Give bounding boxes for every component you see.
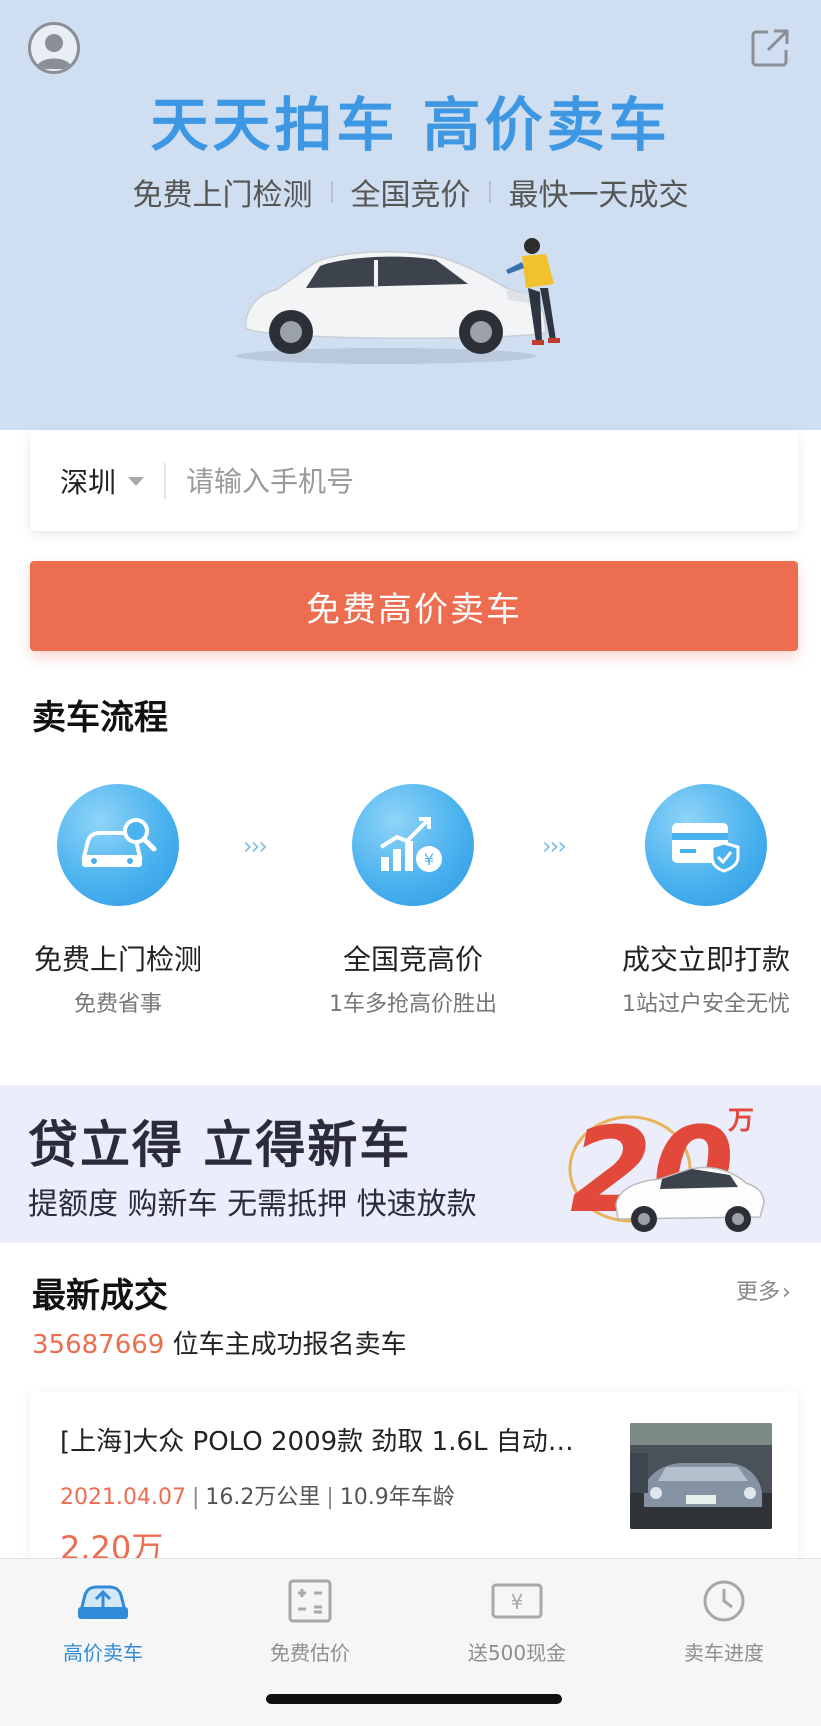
car-upload-icon: [75, 1577, 131, 1625]
deal-date: 2021.04.07: [60, 1485, 186, 1510]
more-link-label: 更多: [736, 1280, 781, 1305]
price-rise-icon: ¥: [352, 784, 474, 906]
deal-title: [上海]大众 POLO 2009款 劲取 1.6L 自动…: [60, 1427, 574, 1457]
deal-mileage: 16.2万公里: [205, 1485, 321, 1510]
city-select-value: 深圳: [60, 466, 117, 499]
cash-icon: ¥: [489, 1577, 545, 1625]
banner-title: 贷立得 立得新车: [28, 1116, 412, 1174]
tab-label: 送500现金: [467, 1641, 567, 1665]
registration-count: 35687669: [32, 1330, 165, 1360]
loan-promo-banner[interactable]: 贷立得 立得新车 提额度 购新车 无需抵押 快速放款 20 万: [0, 1085, 821, 1243]
tab-cash-reward[interactable]: ¥ 送500现金: [427, 1577, 607, 1666]
process-step-inspection: 免费上门检测 免费省事: [8, 784, 228, 1018]
step-subtitle: 1站过户安全无忧: [622, 992, 790, 1017]
step-title: 成交立即打款: [621, 943, 790, 976]
step-subtitle: 1车多抢高价胜出: [329, 992, 497, 1017]
feature-bidding: 全国竞价: [350, 178, 471, 213]
secure-payment-card-icon: [645, 784, 767, 906]
clock-icon: [696, 1577, 752, 1625]
meta-divider: |: [326, 1485, 334, 1510]
free-sell-button[interactable]: 免费高价卖车: [30, 561, 798, 651]
chevron-right-icon: ›: [782, 1280, 791, 1305]
calculator-icon: [282, 1577, 338, 1625]
deal-meta: 2021.04.07 | 16.2万公里 | 10.9年车龄: [60, 1479, 455, 1511]
phone-number-input[interactable]: [186, 451, 798, 511]
registration-stats: 35687669 位车主成功报名卖车: [32, 1324, 407, 1361]
svg-text:¥: ¥: [424, 850, 434, 869]
process-section-title: 卖车流程: [32, 698, 168, 738]
feature-divider: [488, 181, 491, 203]
loan-amount-unit: 万: [728, 1106, 754, 1136]
hero-title: 天天拍车 高价卖车: [150, 91, 671, 159]
latest-deals-title: 最新成交: [32, 1276, 168, 1316]
tab-label: 免费估价: [270, 1641, 350, 1665]
phone-form-card: 深圳: [30, 431, 798, 531]
process-step-payment: 成交立即打款 1站过户安全无忧: [596, 784, 816, 1018]
tab-label: 高价卖车: [63, 1641, 143, 1665]
deal-car-photo: [630, 1423, 772, 1529]
loan-amount-graphic: 20 万: [560, 1089, 780, 1239]
tab-free-valuation[interactable]: 免费估价: [220, 1577, 400, 1666]
banner-subtitle: 提额度 购新车 无需抵押 快速放款: [28, 1187, 477, 1222]
car-inspection-illustration: [236, 232, 596, 368]
process-step-bidding: ¥ 全国竞高价 1车多抢高价胜出: [303, 784, 523, 1018]
more-deals-link[interactable]: 更多›: [736, 1274, 791, 1306]
feature-fast-deal: 最快一天成交: [508, 178, 689, 213]
hero-features: 免费上门检测 全国竞价 最快一天成交: [0, 172, 821, 213]
deal-card[interactable]: [上海]大众 POLO 2009款 劲取 1.6L 自动… 2021.04.07…: [30, 1391, 798, 1571]
step-title: 免费上门检测: [33, 943, 202, 976]
tab-sell-progress[interactable]: 卖车进度: [634, 1577, 814, 1666]
tab-sell-car[interactable]: 高价卖车: [13, 1577, 193, 1666]
user-avatar-icon[interactable]: [28, 22, 80, 74]
svg-text:¥: ¥: [511, 1590, 524, 1614]
chevrons-right-icon: ›››: [542, 832, 567, 860]
caret-down-icon: [128, 476, 145, 486]
meta-divider: |: [191, 1485, 200, 1510]
step-title: 全国竞高价: [342, 943, 483, 976]
city-select[interactable]: 深圳: [30, 431, 164, 531]
home-indicator: [266, 1694, 562, 1704]
step-subtitle: 免费省事: [73, 992, 162, 1017]
feature-inspection: 免费上门检测: [132, 178, 313, 213]
car-inspection-icon: [57, 784, 179, 906]
field-divider: [164, 463, 166, 499]
deal-car-age: 10.9年车龄: [339, 1485, 455, 1510]
hero-section: 天天拍车 高价卖车 免费上门检测 全国竞价 最快一天成交: [0, 0, 821, 430]
registration-text: 位车主成功报名卖车: [164, 1330, 407, 1360]
tab-label: 卖车进度: [684, 1641, 764, 1665]
feature-divider: [330, 181, 333, 203]
share-icon[interactable]: [748, 26, 792, 70]
chevrons-right-icon: ›››: [243, 832, 268, 860]
